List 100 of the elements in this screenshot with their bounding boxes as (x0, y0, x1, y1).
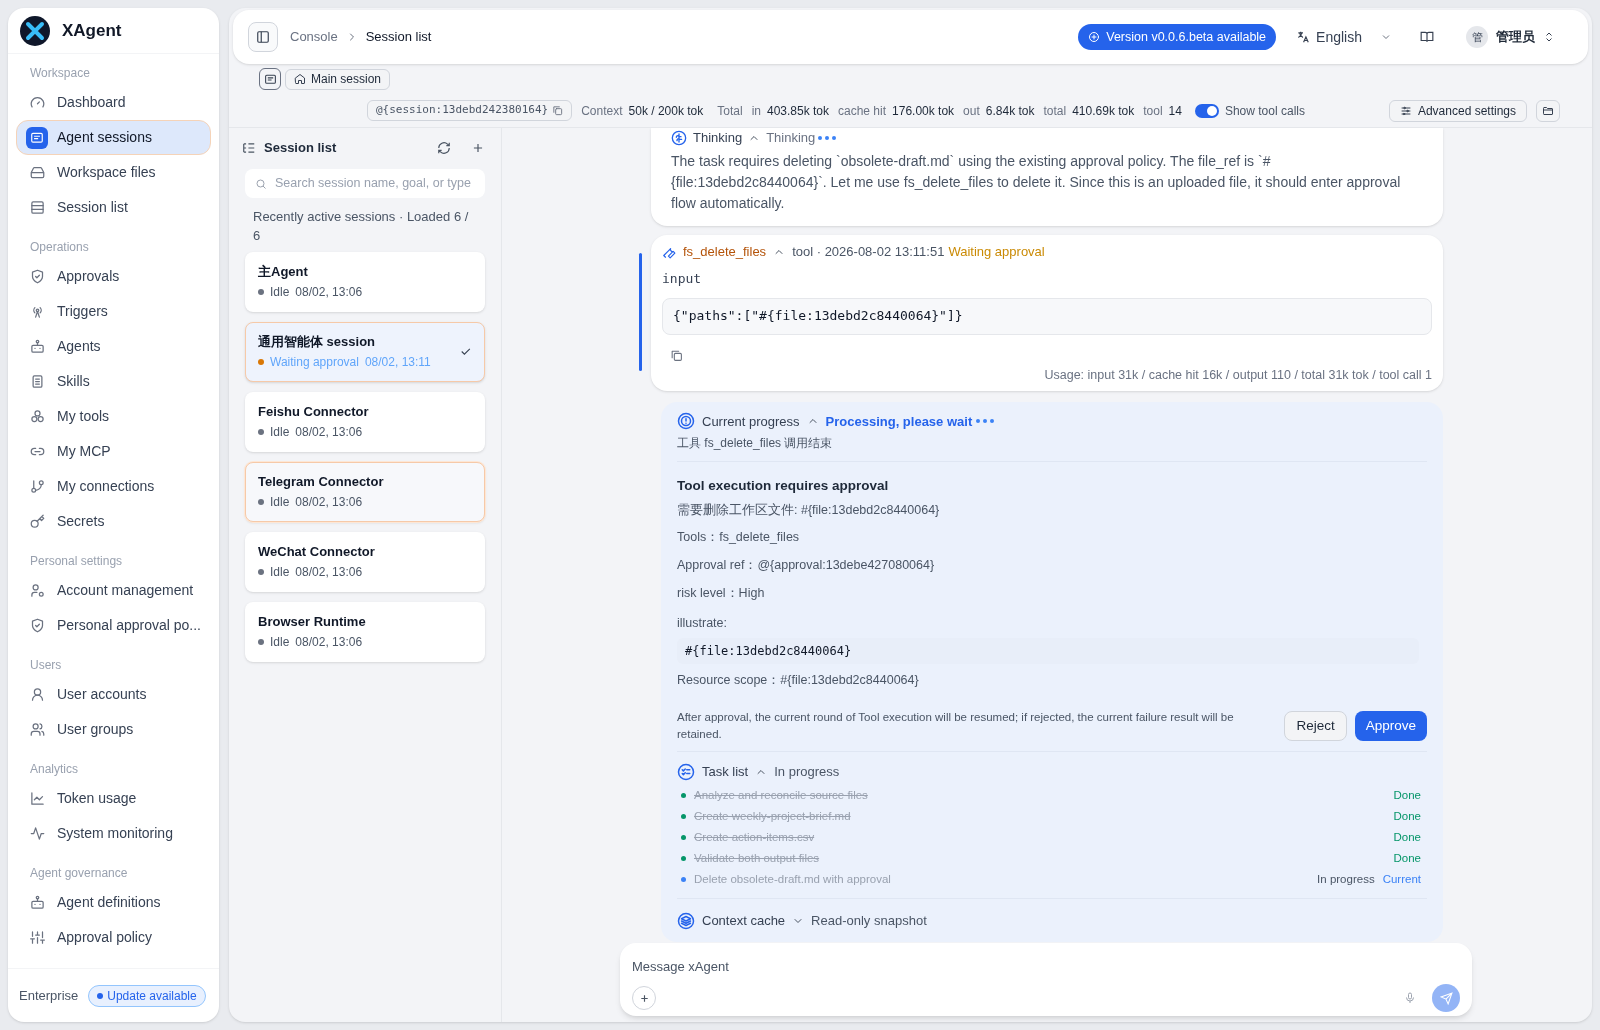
progress-status: Processing, please wait (825, 412, 973, 431)
session-name: 通用智能体 session (258, 333, 377, 351)
nav-item[interactable]: Agent sessions (16, 120, 211, 155)
panel-title: Session list (264, 139, 337, 158)
version-badge[interactable]: Version v0.0.6.beta available (1078, 24, 1277, 50)
nav-item[interactable]: Token usage (16, 781, 211, 816)
code-block: {"paths":["#{file:13debd2c8440064}"]} (662, 297, 1432, 335)
search-input[interactable]: Search session name, goal, or type (275, 174, 475, 193)
session-time: 08/02, 13:06 (295, 424, 363, 440)
task-status: Done (1393, 808, 1421, 824)
progress-title: Current progress (702, 412, 800, 431)
reject-button[interactable]: Reject (1284, 711, 1347, 741)
plus-icon[interactable] (471, 141, 485, 155)
stat-label: total (1043, 102, 1067, 120)
stat-value: 410.69k tok (1072, 102, 1135, 120)
message-input[interactable]: Message xAgent (632, 957, 1460, 977)
task-tag: Current (1382, 870, 1421, 889)
stat-value: 176.00k tok (892, 102, 955, 120)
session-card[interactable]: 通用智能体 session Waiting approval 08/02, 13:11 (245, 322, 485, 382)
tool-status: Waiting approval (948, 243, 1045, 262)
stat-label: out (963, 102, 980, 120)
sort-icon (1543, 31, 1555, 43)
nav-item[interactable]: Skills (16, 364, 211, 399)
section-heading: Operations (29, 239, 90, 256)
session-status: Idle (270, 564, 290, 580)
breadcrumb[interactable]: Console (290, 27, 338, 47)
nav-item[interactable]: Approvals (16, 259, 211, 294)
search-icon (255, 177, 267, 190)
nav-item[interactable]: Agents (16, 329, 211, 364)
task-status: Done (1393, 850, 1421, 866)
user-icon (29, 687, 45, 702)
robot-icon (29, 339, 45, 354)
session-time: 08/02, 13:11 (364, 354, 431, 370)
breadcrumb[interactable]: Session list (365, 27, 432, 47)
nav-item[interactable]: Triggers (16, 294, 211, 329)
stat-label: Context (581, 102, 623, 120)
main-session-tab[interactable]: Main session (285, 68, 391, 90)
chat-button[interactable] (259, 68, 281, 90)
toggle-switch[interactable] (1194, 103, 1219, 118)
stat-value: 14 (1168, 102, 1182, 120)
nav-item[interactable]: Account management (16, 573, 211, 608)
session-time: 08/02, 13:06 (295, 634, 363, 650)
approve-button[interactable]: Approve (1354, 711, 1427, 741)
session-card[interactable]: WeChat Connector Idle 08/02, 13:06 (245, 532, 485, 592)
sliders-icon (29, 930, 45, 945)
language-selector[interactable]: English (1296, 26, 1392, 48)
section-heading: Users (29, 657, 63, 674)
advanced-settings-button[interactable]: Advanced settings (1388, 99, 1527, 122)
approval-field: Approval ref：@{approval:13debe427080064} (677, 556, 1427, 575)
search-field[interactable]: Search session name, goal, or type (245, 169, 485, 198)
loading-dots-icon (818, 136, 837, 140)
nav-item[interactable]: My MCP (16, 434, 211, 469)
nav-item[interactable]: Approval policy (16, 920, 211, 955)
message-input-field[interactable]: Message xAgent (620, 943, 1472, 1016)
thinking-title: Thinking (693, 129, 743, 148)
book-icon[interactable] (1420, 30, 1434, 44)
book-icon (29, 374, 45, 389)
nav-item[interactable]: Agent definitions (16, 885, 211, 920)
nav-item[interactable]: Dashboard (16, 85, 211, 120)
nav-item[interactable]: Secrets (16, 504, 211, 539)
home-icon (294, 73, 306, 85)
session-card[interactable]: Telegram Connector Idle 08/02, 13:06 (245, 462, 485, 522)
approval-field: Tools：fs_delete_files (677, 528, 1427, 547)
stat-value: 6.84k tok (985, 102, 1035, 120)
approval-field: risk level：High (677, 583, 1427, 603)
session-name: Browser Runtime (258, 613, 367, 631)
refresh-icon[interactable] (437, 141, 451, 155)
nav-item[interactable]: Personal approval po... (16, 608, 211, 643)
nav-item[interactable]: Session list (16, 190, 211, 225)
session-ref[interactable]: @{session:13debd242380164} (367, 100, 573, 121)
section-heading: Analytics (29, 761, 80, 778)
line-chart-icon (29, 791, 45, 806)
folder-button[interactable] (1536, 99, 1560, 122)
session-card[interactable]: Browser Runtime Idle 08/02, 13:06 (245, 602, 485, 662)
stat-value: 403.85k tok (766, 102, 829, 120)
user-menu[interactable]: 管 管理员 (1466, 26, 1555, 48)
session-summary: Recently active sessions · Loaded 6 / 6 (252, 208, 470, 245)
session-time: 08/02, 13:06 (295, 494, 363, 510)
robot-icon (29, 895, 45, 910)
sidebar-toggle-button[interactable] (248, 22, 278, 52)
update-badge[interactable]: Update available (88, 984, 206, 1007)
tool-meta: tool · 2026-08-02 13:11:51 (792, 243, 945, 262)
session-card[interactable]: Feishu Connector Idle 08/02, 13:06 (245, 392, 485, 452)
folder-icon (1542, 104, 1554, 117)
plus-circle-icon (1088, 31, 1101, 43)
nav-item[interactable]: My tools (16, 399, 211, 434)
thinking-text: The task requires deleting `obsolete-draft.md` using the existing approval policy. The file_ref is `#{file:13debd2c8440064}`. Let me use fs_delete_files to delete it. Since this is an uploaded file, it should enter approval flow automatically. (671, 152, 1402, 213)
chat-icon (263, 72, 277, 86)
send-icon (1439, 991, 1453, 1005)
nav-item[interactable]: System monitoring (16, 816, 211, 851)
task-label: Analyze and reconcile source files (694, 787, 869, 803)
nav-item[interactable]: Workspace files (16, 155, 211, 190)
nav-item[interactable]: My connections (16, 469, 211, 504)
alert-circle-icon (677, 412, 695, 431)
nav-item[interactable]: User groups (16, 712, 211, 747)
list-icon (29, 200, 45, 215)
approval-note: After approval, the current round of Tool execution will be resumed; if rejected, the current failure result will be retained. (677, 710, 1235, 742)
nav-item[interactable]: User accounts (16, 677, 211, 712)
session-card[interactable]: 主Agent Idle 08/02, 13:06 (245, 252, 485, 312)
session-time: 08/02, 13:06 (295, 284, 363, 300)
